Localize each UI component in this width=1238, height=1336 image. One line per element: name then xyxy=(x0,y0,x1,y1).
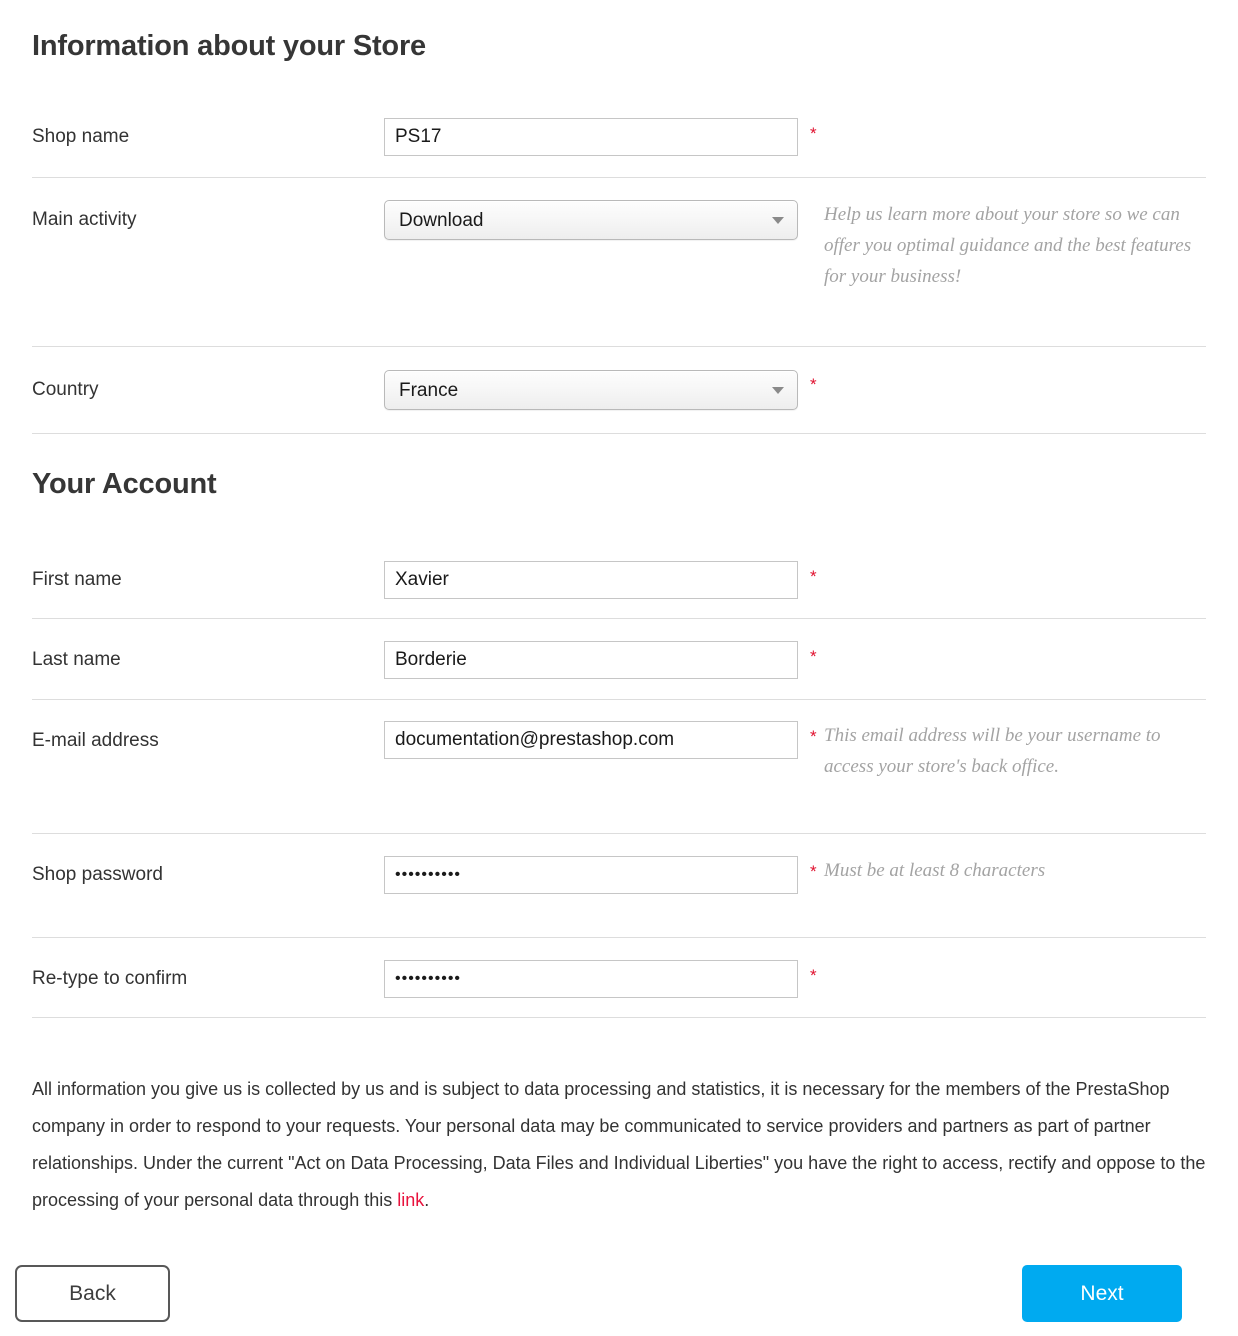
next-button[interactable]: Next xyxy=(1022,1265,1182,1322)
first-name-input[interactable] xyxy=(384,561,798,599)
label-password: Shop password xyxy=(32,864,163,885)
divider xyxy=(32,833,1206,834)
chevron-down-icon xyxy=(772,217,784,224)
label-main-activity: Main activity xyxy=(32,209,137,230)
field-wrap-email xyxy=(384,721,798,759)
install-store-info-page: Information about your Store Shop name *… xyxy=(0,0,1238,1336)
email-input[interactable] xyxy=(384,721,798,759)
chevron-down-icon xyxy=(772,387,784,394)
legal-notice-period: . xyxy=(424,1190,430,1210)
required-asterisk-shop-name: * xyxy=(810,124,817,143)
legal-notice: All information you give us is collected… xyxy=(32,1071,1210,1219)
required-asterisk-country: * xyxy=(810,375,817,394)
country-select[interactable]: France xyxy=(384,370,798,410)
required-asterisk-first-name: * xyxy=(810,567,817,586)
divider xyxy=(32,1017,1206,1018)
divider xyxy=(32,937,1206,938)
country-selected-value: France xyxy=(399,380,459,401)
back-button[interactable]: Back xyxy=(15,1265,170,1322)
field-wrap-country: France xyxy=(384,370,798,410)
field-wrap-password-confirm xyxy=(384,960,798,998)
page-title-account: Your Account xyxy=(32,468,217,500)
last-name-input[interactable] xyxy=(384,641,798,679)
divider xyxy=(32,618,1206,619)
label-last-name: Last name xyxy=(32,649,121,670)
page-title-store: Information about your Store xyxy=(32,30,426,62)
label-first-name: First name xyxy=(32,569,122,590)
hint-email: This email address will be your username… xyxy=(824,725,1161,777)
main-activity-selected-value: Download xyxy=(399,210,484,231)
field-wrap-last-name xyxy=(384,641,798,679)
required-asterisk-password-confirm: * xyxy=(810,966,817,985)
field-wrap-password xyxy=(384,856,798,894)
required-asterisk-email: * xyxy=(810,727,817,746)
hint-password: Must be at least 8 characters xyxy=(824,860,1046,881)
legal-notice-link[interactable]: link xyxy=(397,1190,424,1210)
field-wrap-shop-name xyxy=(384,118,798,156)
divider xyxy=(32,433,1206,434)
required-asterisk-last-name: * xyxy=(810,647,817,666)
main-activity-select[interactable]: Download xyxy=(384,200,798,240)
label-email: E-mail address xyxy=(32,730,159,751)
label-country: Country xyxy=(32,379,99,400)
required-asterisk-password: * xyxy=(810,862,817,881)
divider xyxy=(32,177,1206,178)
hint-main-activity: Help us learn more about your store so w… xyxy=(824,204,1192,287)
label-password-confirm: Re-type to confirm xyxy=(32,968,188,989)
password-confirm-input[interactable] xyxy=(384,960,798,998)
field-wrap-first-name xyxy=(384,561,798,599)
password-input[interactable] xyxy=(384,856,798,894)
divider xyxy=(32,699,1206,700)
shop-name-input[interactable] xyxy=(384,118,798,156)
label-shop-name: Shop name xyxy=(32,126,130,147)
legal-notice-text: All information you give us is collected… xyxy=(32,1079,1206,1210)
field-wrap-main-activity: Download xyxy=(384,200,798,240)
divider xyxy=(32,346,1206,347)
